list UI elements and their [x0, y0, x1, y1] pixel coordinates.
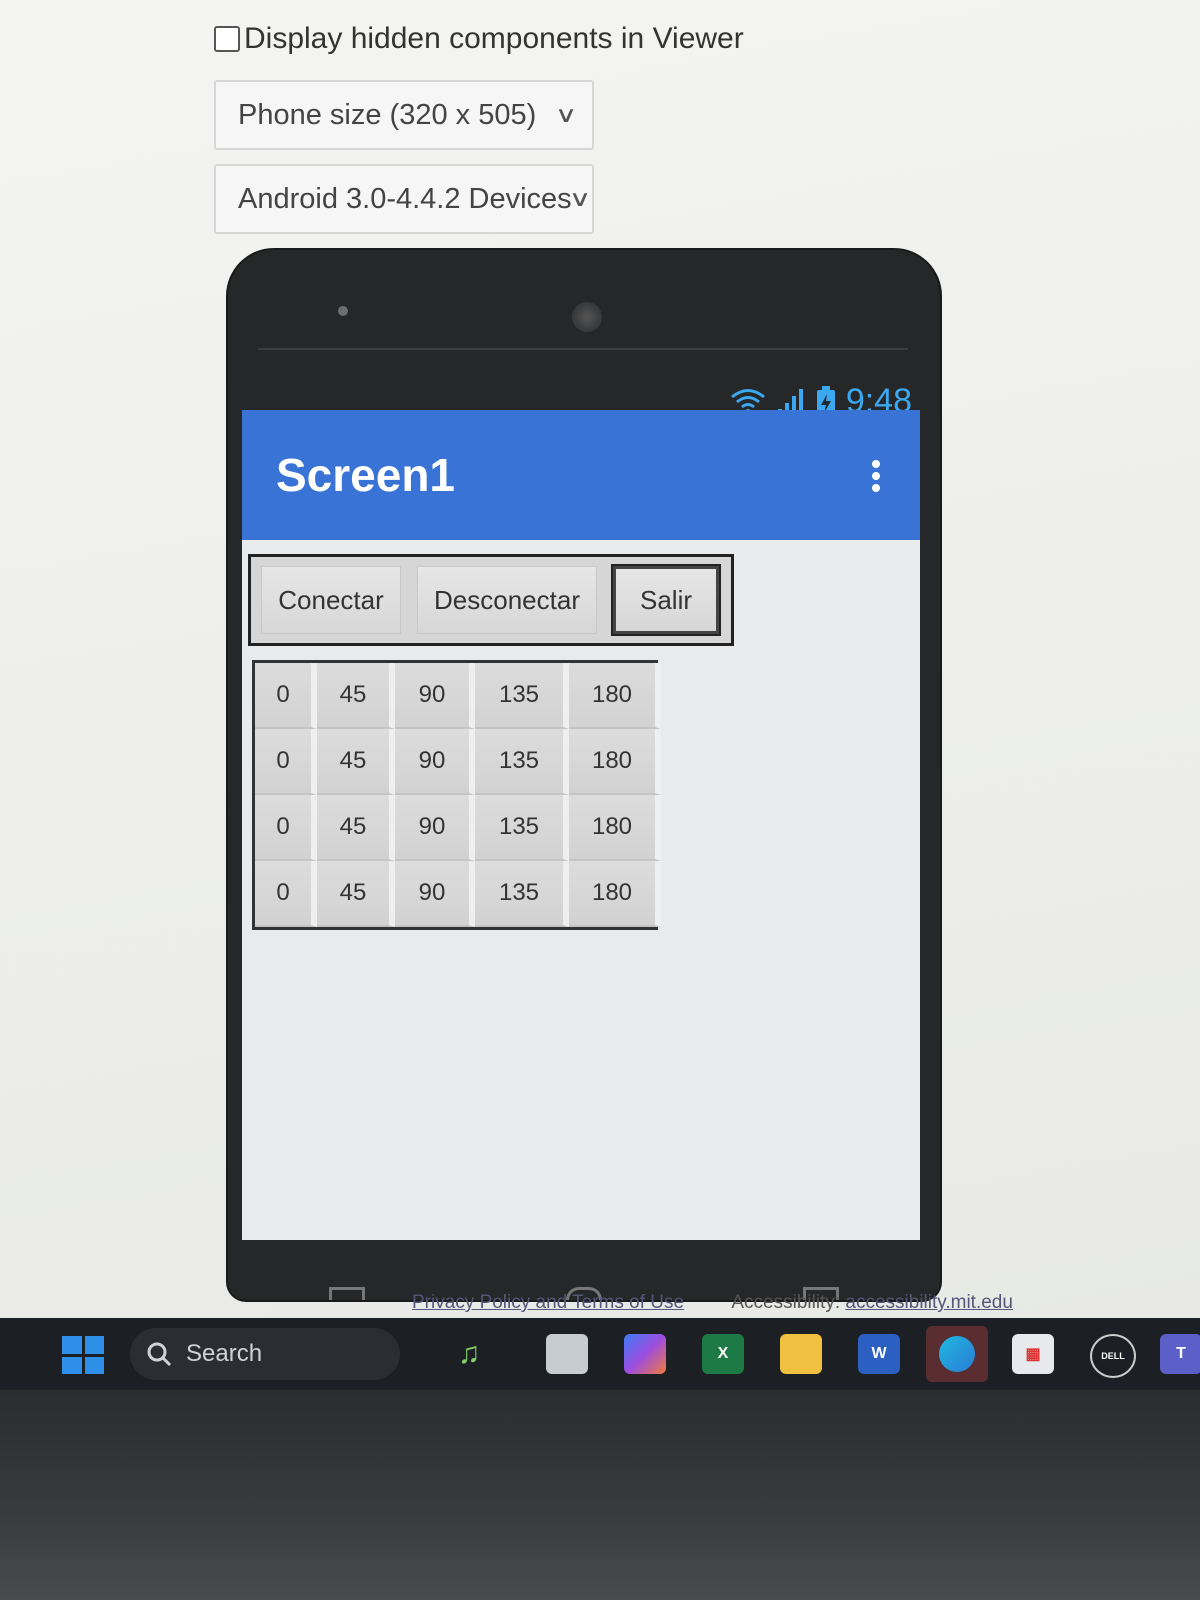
hidden-components-label[interactable]: Display hidden components in Viewer	[244, 22, 744, 56]
grid-cell[interactable]: 0	[255, 729, 317, 795]
viewer-options: Display hidden components in Viewer Phon…	[214, 22, 744, 234]
colorful-app-icon[interactable]	[624, 1334, 666, 1374]
grid-cell[interactable]: 135	[475, 729, 569, 795]
taskbar-search[interactable]: Search	[130, 1328, 400, 1380]
search-icon	[147, 1342, 172, 1367]
accessibility-icon[interactable]: ♫	[436, 1334, 502, 1374]
grid-cell[interactable]: 45	[317, 729, 395, 795]
grid-cell[interactable]: 135	[475, 663, 569, 729]
sensor-dot	[338, 306, 348, 316]
dell-icon[interactable]: DELL	[1090, 1334, 1136, 1378]
angle-grid: 0 45 90 135 180 0 45 90 135 180 0 45 90 …	[252, 660, 661, 930]
exit-button[interactable]: Salir	[611, 564, 721, 636]
grid-cell[interactable]: 90	[395, 729, 475, 795]
front-camera-icon	[572, 302, 602, 332]
laptop-bezel	[0, 1390, 1200, 1600]
chevron-down-icon: ∨	[554, 102, 578, 127]
phone-size-value: Phone size (320 x 505)	[238, 98, 537, 131]
word-icon[interactable]: W	[858, 1334, 900, 1374]
android-version-select[interactable]: Android 3.0-4.4.2 Devices ∨	[214, 164, 594, 234]
grid-cell[interactable]: 90	[395, 663, 475, 729]
footer-links: Privacy Policy and Terms of Use Accessib…	[412, 1292, 1013, 1314]
overflow-menu-icon[interactable]	[872, 460, 880, 496]
excel-icon[interactable]: X	[702, 1334, 744, 1374]
disconnect-button[interactable]: Desconectar	[417, 566, 597, 634]
hidden-components-row[interactable]: Display hidden components in Viewer	[214, 22, 744, 56]
file-explorer-icon[interactable]	[780, 1334, 822, 1374]
app-screen: Screen1 Conectar Desconectar Salir 0 45 …	[242, 410, 920, 1240]
grid-cell[interactable]: 45	[317, 861, 395, 927]
teams-icon[interactable]: T	[1160, 1334, 1200, 1374]
android-version-value: Android 3.0-4.4.2 Devices	[238, 182, 572, 215]
grid-cell[interactable]: 0	[255, 795, 317, 861]
back-icon[interactable]	[328, 1287, 365, 1300]
phone-divider	[258, 348, 908, 350]
edge-icon[interactable]	[926, 1326, 988, 1382]
copilot-icon[interactable]	[546, 1334, 588, 1374]
grid-cell[interactable]: 45	[317, 663, 395, 729]
grid-cell[interactable]: 90	[395, 861, 475, 927]
grid-cell[interactable]: 135	[475, 861, 569, 927]
grid-cell[interactable]: 180	[569, 729, 661, 795]
grid-cell[interactable]: 0	[255, 663, 317, 729]
screen-title: Screen1	[276, 449, 456, 501]
accessibility-label: Accessibility:	[731, 1292, 841, 1313]
grid-cell[interactable]: 180	[569, 795, 661, 861]
grid-cell[interactable]: 180	[569, 663, 661, 729]
grid-cell[interactable]: 45	[317, 795, 395, 861]
chevron-down-icon: ∨	[568, 186, 592, 211]
phone-size-select[interactable]: Phone size (320 x 505) ∨	[214, 80, 594, 150]
accessibility-link[interactable]: accessibility.mit.edu	[845, 1292, 1013, 1313]
grid-cell[interactable]: 0	[255, 861, 317, 927]
button-row: Conectar Desconectar Salir	[248, 554, 734, 646]
search-label: Search	[186, 1340, 263, 1367]
grid-cell[interactable]: 180	[569, 861, 661, 927]
phone-mockup: 9:48 Screen1 Conectar Desconectar Salir …	[228, 250, 940, 1300]
app-bar: Screen1	[242, 410, 920, 540]
windows-taskbar: Search ♫ X W ▦ DELL T	[0, 1318, 1200, 1390]
windows-start-icon[interactable]	[62, 1336, 104, 1374]
grid-cell[interactable]: 90	[395, 795, 475, 861]
grid-cell[interactable]: 135	[475, 795, 569, 861]
store-icon[interactable]: ▦	[1012, 1334, 1054, 1374]
privacy-policy-link[interactable]: Privacy Policy and Terms of Use	[412, 1292, 684, 1313]
connect-button[interactable]: Conectar	[261, 566, 401, 634]
hidden-components-checkbox[interactable]	[214, 26, 240, 52]
